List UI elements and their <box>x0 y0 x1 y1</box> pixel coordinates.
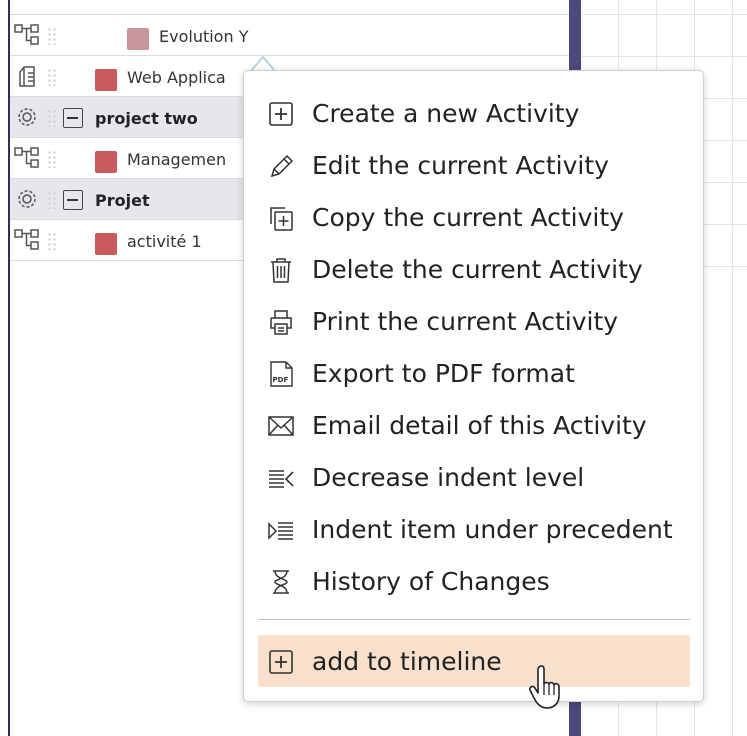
context-menu: Create a new Activity Edit the current A… <box>243 70 704 702</box>
printer-icon <box>270 310 292 335</box>
gear-icon <box>18 108 36 126</box>
menu-item-label: Export to PDF format <box>312 359 575 388</box>
envelope-icon <box>268 416 294 436</box>
hierarchy-icon <box>14 147 39 168</box>
collapse-toggle[interactable] <box>63 190 83 210</box>
color-swatch <box>127 28 149 50</box>
menu-item-indent-under-precedent[interactable]: Indent item under precedent <box>258 503 690 555</box>
hourglass-icon <box>273 570 289 594</box>
outdent-icon <box>269 470 294 488</box>
indent-icon <box>268 522 293 540</box>
drag-handle[interactable] <box>47 27 57 45</box>
menu-divider <box>258 619 690 620</box>
menu-item-label: Indent item under precedent <box>312 515 673 544</box>
project-name: project two <box>95 109 198 128</box>
color-swatch <box>95 233 117 255</box>
task-row[interactable]: Evolution Y <box>10 15 569 56</box>
svg-text:PDF: PDF <box>273 376 289 384</box>
menu-item-label: Create a new Activity <box>312 99 580 128</box>
menu-pointer <box>251 55 275 71</box>
menu-item-create-activity[interactable]: Create a new Activity <box>258 87 690 139</box>
menu-item-edit-activity[interactable]: Edit the current Activity <box>258 139 690 191</box>
menu-item-label: History of Changes <box>312 567 550 596</box>
menu-item-print-activity[interactable]: Print the current Activity <box>258 295 690 347</box>
drag-handle[interactable] <box>47 150 57 168</box>
flask-icon <box>19 66 35 87</box>
menu-item-copy-activity[interactable]: Copy the current Activity <box>258 191 690 243</box>
color-swatch <box>95 151 117 173</box>
drag-handle[interactable] <box>47 68 57 86</box>
trash-icon <box>271 258 291 283</box>
drag-handle[interactable] <box>47 191 57 209</box>
menu-item-label: Edit the current Activity <box>312 151 609 180</box>
menu-item-export-pdf[interactable]: PDF Export to PDF format <box>258 347 690 399</box>
collapse-toggle[interactable] <box>63 108 83 128</box>
hand-pointer-icon <box>529 665 560 709</box>
menu-item-label: Decrease indent level <box>312 463 585 492</box>
color-swatch <box>95 69 117 91</box>
gear-icon <box>18 190 36 208</box>
menu-item-email-detail[interactable]: Email detail of this Activity <box>258 399 690 451</box>
copy-icon <box>270 207 293 231</box>
menu-item-label: Email detail of this Activity <box>312 411 647 440</box>
menu-item-decrease-indent[interactable]: Decrease indent level <box>258 451 690 503</box>
drag-handle[interactable] <box>47 109 57 127</box>
menu-item-add-to-timeline[interactable]: add to timeline <box>258 635 690 687</box>
menu-item-label: add to timeline <box>312 647 502 676</box>
menu-item-label: Copy the current Activity <box>312 203 624 232</box>
task-name: Evolution Y <box>159 27 249 46</box>
menu-item-history[interactable]: History of Changes <box>258 555 690 607</box>
plus-box-icon <box>269 650 293 674</box>
task-name: Web Applica <box>127 68 226 87</box>
plus-box-icon <box>269 102 293 126</box>
pdf-icon: PDF <box>270 361 293 387</box>
menu-item-label: Print the current Activity <box>312 307 619 336</box>
hierarchy-icon <box>14 229 39 250</box>
hierarchy-icon <box>14 24 39 45</box>
pencil-icon <box>270 154 294 178</box>
menu-item-delete-activity[interactable]: Delete the current Activity <box>258 243 690 295</box>
project-name: Projet <box>95 191 150 210</box>
task-name: activité 1 <box>127 232 202 251</box>
menu-item-label: Delete the current Activity <box>312 255 643 284</box>
drag-handle[interactable] <box>47 232 57 250</box>
task-name: Managemen <box>127 150 227 169</box>
